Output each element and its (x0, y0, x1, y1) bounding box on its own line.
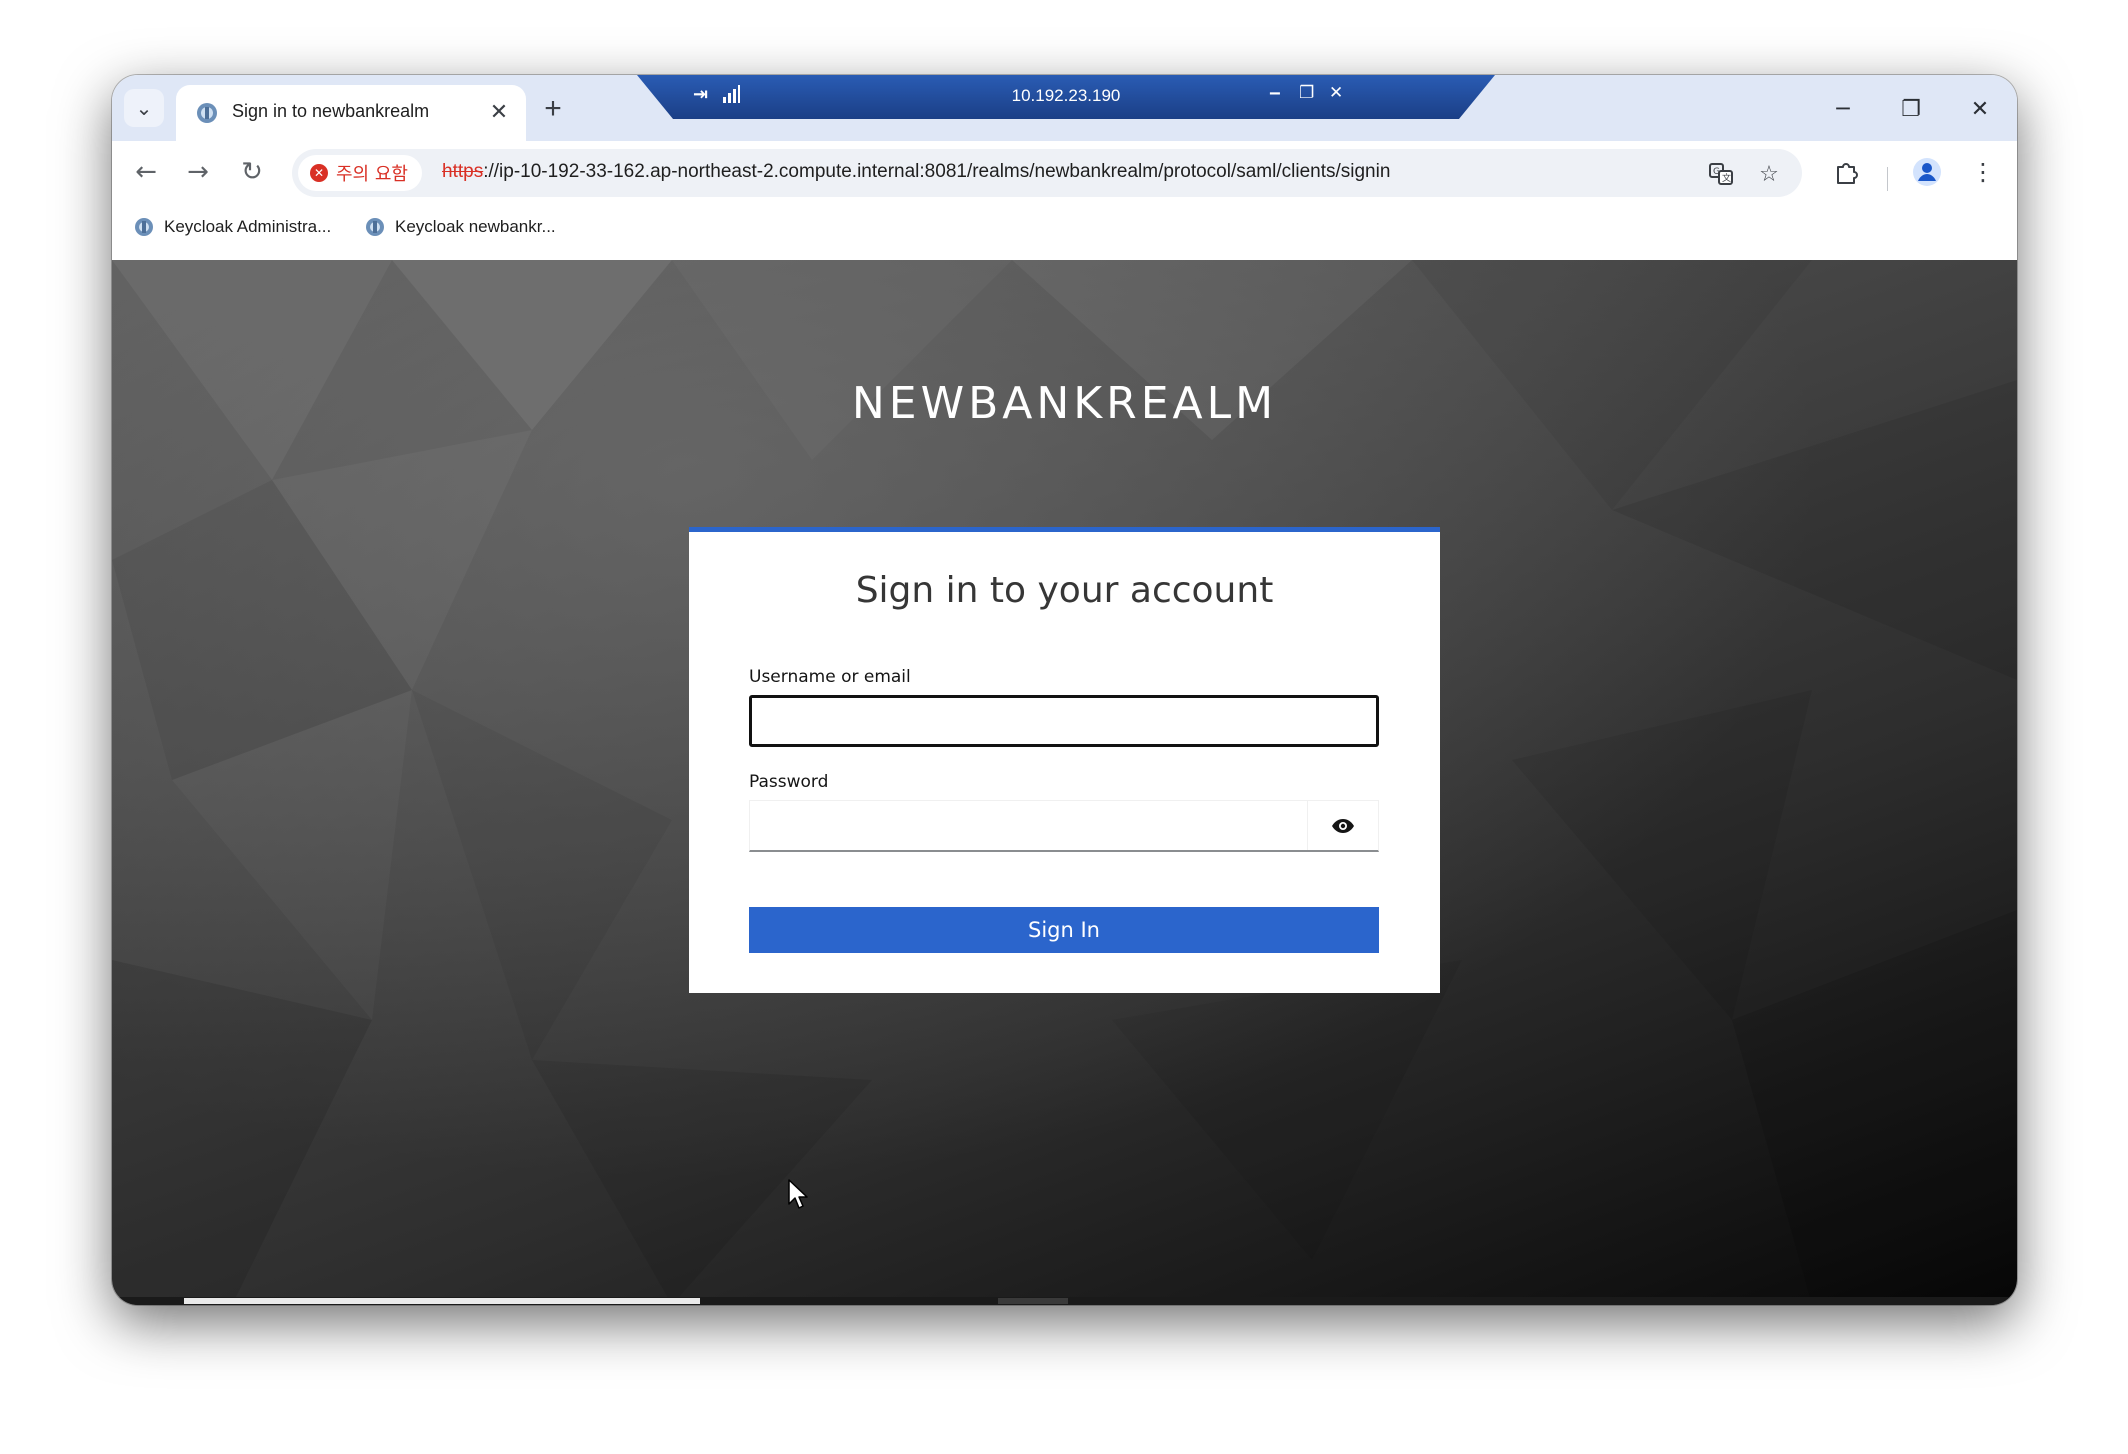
remote-close-button[interactable]: ✕ (1329, 83, 1343, 103)
bookmark-star-button[interactable]: ☆ (1754, 159, 1784, 189)
bookmark-label: Keycloak Administra... (164, 217, 332, 236)
warning-icon: ✕ (310, 164, 328, 182)
url-scheme: https (442, 161, 484, 182)
keycloak-favicon-icon (366, 218, 384, 236)
profile-button[interactable] (1909, 154, 1945, 190)
reload-button[interactable]: ↻ (234, 154, 270, 190)
address-bar[interactable]: ✕ 주의 요함 https://ip-10-192-33-162.ap-nort… (292, 149, 1802, 197)
login-page: NEWBANKREALM Sign in to your account Use… (112, 260, 2017, 1305)
svg-text:G: G (1713, 167, 1720, 177)
arrow-right-icon: → (187, 157, 209, 187)
translate-icon: G 文 (1709, 163, 1733, 185)
realm-title: NEWBANKREALM (851, 378, 1278, 429)
remote-desktop-bar: ⇥ 10.192.23.190 ‒ ❐ ✕ (637, 75, 1495, 119)
restore-icon: ❐ (1901, 96, 1921, 122)
remote-minimize-button[interactable]: ‒ (1269, 83, 1281, 103)
reload-icon: ↻ (241, 157, 263, 187)
window-close-button[interactable]: ✕ (1957, 91, 2003, 127)
star-icon: ☆ (1759, 161, 1779, 187)
remote-restore-button[interactable]: ❐ (1299, 83, 1314, 103)
scrollbar-thumb[interactable] (184, 1298, 700, 1304)
bookmark-keycloak-newbank[interactable]: Keycloak newbankr... (365, 215, 556, 239)
keycloak-favicon-icon (135, 218, 153, 236)
mouse-cursor-icon (788, 1179, 808, 1209)
eye-icon (1332, 818, 1354, 833)
username-label: Username or email (749, 667, 911, 687)
tab-title: Sign in to newbankrealm (232, 101, 430, 121)
password-field (749, 800, 1379, 852)
browser-window: ⌄ Sign in to newbankrealm ✕ + ⇥ 10.192.2… (112, 75, 2017, 1305)
minimize-icon: ─ (1836, 96, 1850, 122)
url-path: ://ip-10-192-33-162.ap-northeast-2.compu… (483, 161, 1391, 182)
window-minimize-button[interactable]: ─ (1820, 91, 1866, 127)
tab-close-button[interactable]: ✕ (484, 97, 514, 127)
more-vertical-icon: ⋮ (1971, 158, 1995, 186)
security-warning-chip[interactable]: ✕ 주의 요함 (298, 155, 422, 191)
login-heading: Sign in to your account (855, 570, 1274, 611)
chevron-down-icon: ⌄ (135, 96, 153, 120)
security-warning-label: 주의 요함 (336, 164, 408, 185)
password-label: Password (749, 772, 829, 792)
forward-button[interactable]: → (180, 154, 216, 190)
horizontal-scrollbar[interactable] (112, 1297, 2017, 1305)
close-icon: ✕ (1970, 96, 1990, 122)
window-restore-button[interactable]: ❐ (1888, 91, 1934, 127)
back-button[interactable]: ← (128, 154, 164, 190)
browser-toolbar: ← → ↻ ✕ 주의 요함 https://ip-10-192-33-162.a… (112, 141, 2017, 203)
username-input[interactable] (749, 695, 1379, 747)
tab-strip: ⌄ Sign in to newbankrealm ✕ + ⇥ 10.192.2… (112, 75, 2017, 141)
avatar-icon (1913, 158, 1941, 186)
keycloak-favicon-icon (197, 103, 217, 123)
arrow-left-icon: ← (135, 157, 157, 187)
puzzle-icon (1837, 163, 1858, 184)
show-password-button[interactable] (1307, 801, 1378, 850)
login-card: Sign in to your account Username or emai… (689, 527, 1440, 993)
browser-menu-button[interactable]: ⋮ (1965, 154, 2001, 190)
url-text[interactable]: https://ip-10-192-33-162.ap-northeast-2.… (442, 161, 1390, 183)
remote-host-address: 10.192.23.190 (1011, 86, 1121, 105)
translate-button[interactable]: G 文 (1706, 159, 1736, 189)
bookmarks-bar: Keycloak Administra... Keycloak newbankr… (112, 203, 2017, 251)
new-tab-button[interactable]: + (535, 91, 571, 127)
bookmark-label: Keycloak newbankr... (395, 217, 556, 236)
bookmark-keycloak-admin[interactable]: Keycloak Administra... (134, 215, 331, 239)
scrollbar-segment (998, 1298, 1068, 1304)
password-input[interactable] (750, 801, 1310, 850)
tab-active[interactable]: Sign in to newbankrealm ✕ (176, 85, 526, 141)
toolbar-divider (1887, 167, 1888, 191)
plus-icon: + (544, 92, 562, 125)
svg-text:文: 文 (1722, 172, 1731, 184)
sign-in-button[interactable]: Sign In (749, 907, 1379, 953)
close-icon: ✕ (489, 99, 509, 125)
tab-search-button[interactable]: ⌄ (124, 89, 164, 127)
extensions-button[interactable] (1829, 154, 1865, 190)
